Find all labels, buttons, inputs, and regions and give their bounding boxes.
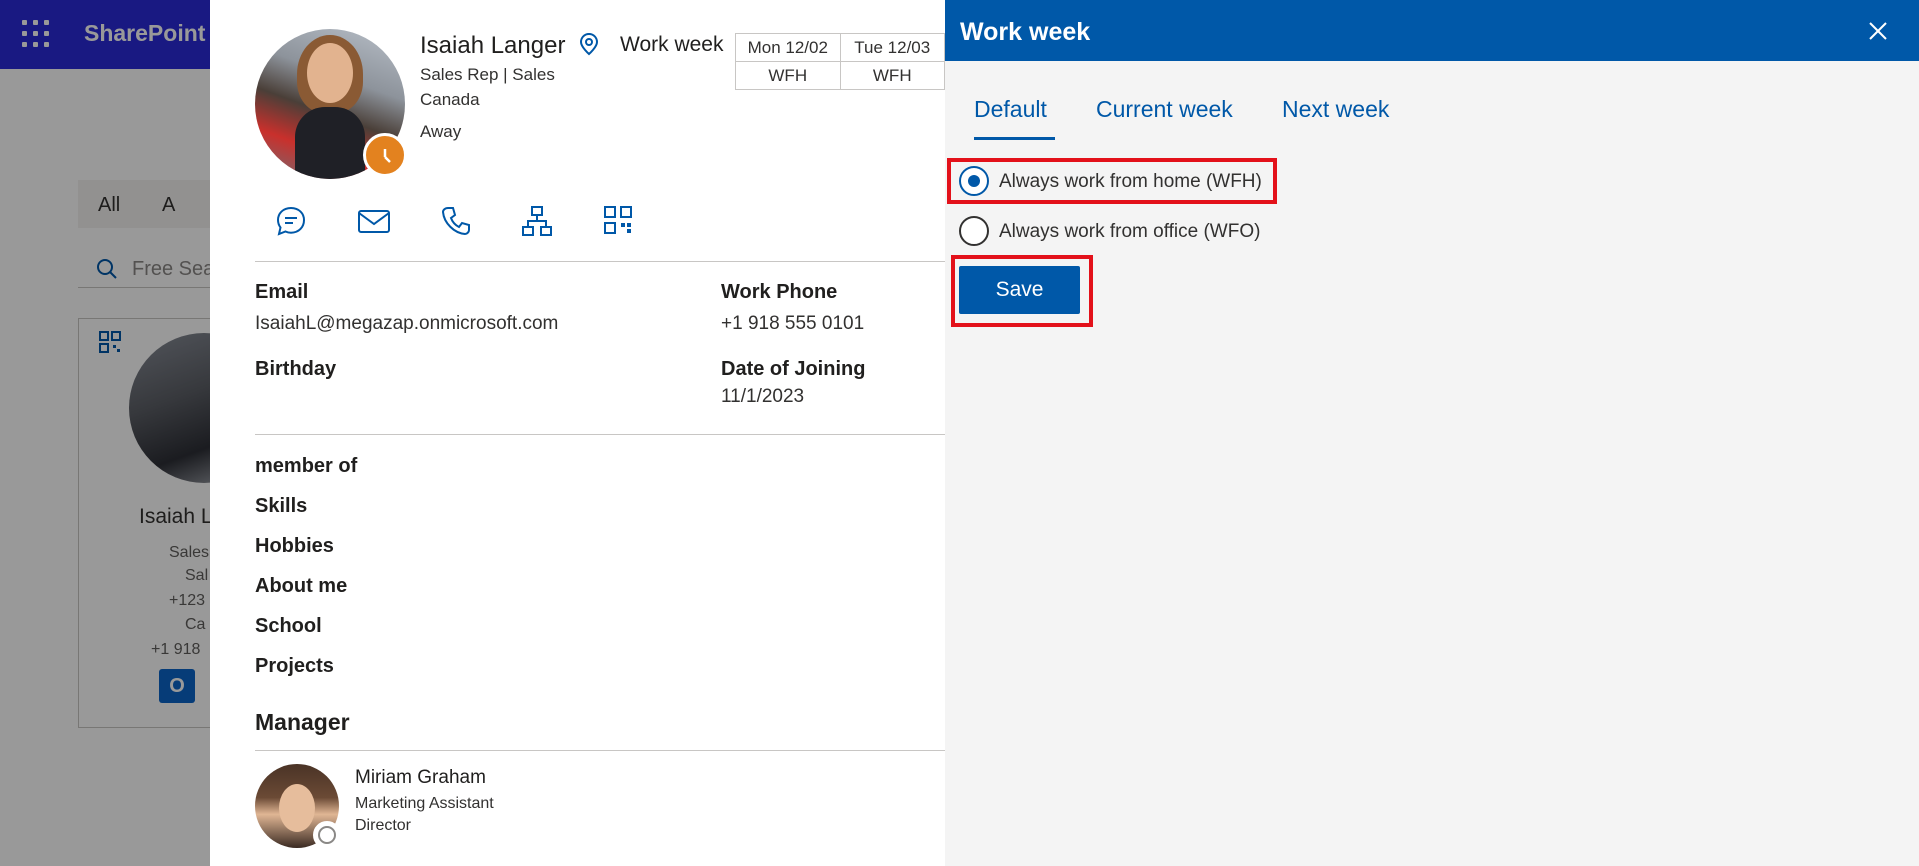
away-status-icon — [363, 133, 407, 177]
profile-status: Away — [420, 122, 462, 141]
tab-next-week[interactable]: Next week — [1282, 96, 1389, 123]
manager-heading: Manager — [255, 709, 350, 735]
tab-default[interactable]: Default — [974, 96, 1047, 123]
close-button[interactable] — [1863, 16, 1893, 46]
profile-name: Isaiah Langer — [420, 32, 566, 59]
save-button[interactable]: Save — [959, 266, 1080, 314]
divider — [255, 434, 945, 435]
phone-icon[interactable] — [441, 205, 471, 242]
manager-title: Marketing Assistant — [355, 795, 494, 812]
option-wfh[interactable]: Always work from home (WFH) — [959, 163, 1269, 199]
birthday-label: Birthday — [255, 358, 337, 380]
option-wfo[interactable]: Always work from office (WFO) — [959, 213, 1269, 249]
section-skills: Skills — [255, 495, 308, 517]
panel-header: Work week — [945, 0, 1919, 61]
mail-icon[interactable] — [357, 205, 391, 242]
date-of-joining-label: Date of Joining — [721, 358, 866, 380]
active-tab-indicator — [974, 137, 1055, 140]
radio-unselected-icon[interactable] — [959, 216, 989, 246]
manager-name[interactable]: Miriam Graham — [355, 767, 486, 789]
divider — [255, 750, 945, 751]
option-wfh-label: Always work from home (WFH) — [999, 171, 1262, 192]
qr-code-icon[interactable] — [603, 205, 633, 240]
profile-country: Canada — [420, 90, 480, 109]
option-wfo-label: Always work from office (WFO) — [999, 221, 1261, 242]
manager-department: Director — [355, 817, 412, 834]
location-pin-icon[interactable] — [578, 32, 600, 61]
chat-icon[interactable] — [275, 205, 307, 242]
table-header: Tue 12/03 — [839, 33, 945, 62]
org-chart-icon[interactable] — [521, 205, 553, 242]
work-phone-label: Work Phone — [721, 281, 838, 303]
profile-panel: Isaiah Langer Sales Rep | Sales Canada A… — [210, 0, 945, 866]
table-header: Mon 12/02 — [735, 33, 841, 62]
radio-selected-icon[interactable] — [959, 166, 989, 196]
offline-status-icon — [313, 821, 341, 849]
table-cell: WFH — [839, 61, 945, 90]
panel-title: Work week — [960, 18, 1091, 46]
divider — [255, 261, 945, 262]
section-hobbies: Hobbies — [255, 535, 334, 557]
work-week-label: Work week — [620, 33, 724, 56]
email-label: Email — [255, 281, 309, 303]
date-of-joining-value: 11/1/2023 — [721, 386, 805, 407]
profile-job-title: Sales Rep | Sales — [420, 65, 555, 84]
section-member-of: member of — [255, 455, 358, 477]
section-school: School — [255, 615, 322, 637]
email-value[interactable]: IsaiahL@megazap.onmicrosoft.com — [255, 313, 558, 335]
section-projects: Projects — [255, 655, 334, 677]
tab-current-week[interactable]: Current week — [1096, 96, 1233, 123]
work-week-table: Mon 12/02 Tue 12/03 WFH WFH — [735, 33, 945, 90]
section-about-me: About me — [255, 575, 348, 597]
close-icon — [1869, 22, 1887, 40]
table-cell: WFH — [735, 61, 841, 90]
work-phone-value[interactable]: +1 918 555 0101 — [721, 313, 864, 335]
work-week-panel: Work week Default Current week Next week… — [945, 0, 1919, 866]
